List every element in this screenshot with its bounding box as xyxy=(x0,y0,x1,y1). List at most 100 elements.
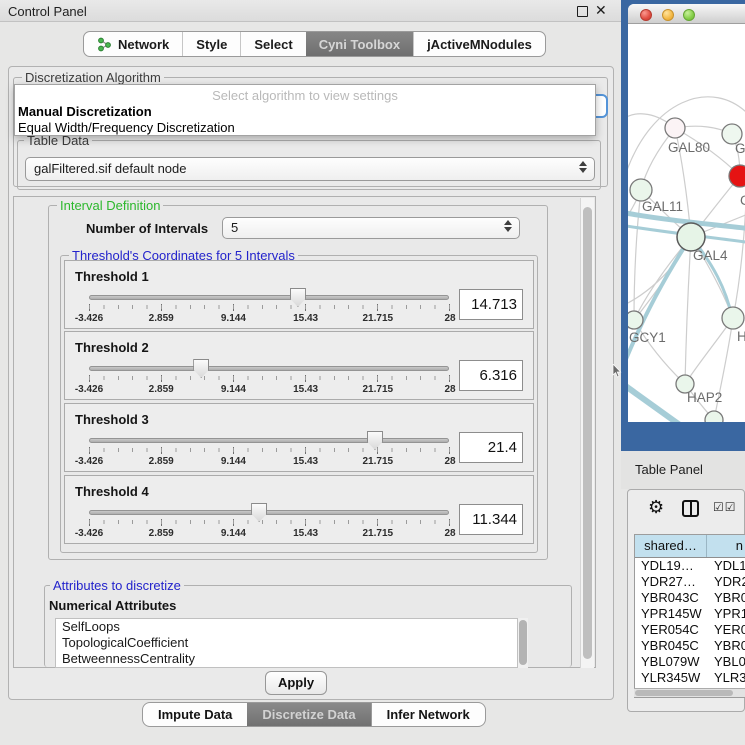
node-label-partial-ga: GA xyxy=(735,141,745,156)
threshold-1-slider[interactable]: -3.4262.8599.14415.4321.71528 xyxy=(89,287,451,327)
threshold-2-value-field[interactable]: 6.316 xyxy=(459,360,523,391)
attributes-list-scrollbar[interactable] xyxy=(518,618,528,668)
dropdown-option-manual-discretization[interactable]: Manual Discretization xyxy=(18,104,152,119)
gear-icon[interactable]: ⚙ xyxy=(648,497,664,518)
table-cell[interactable]: YPR145W xyxy=(635,606,707,622)
tick-label: 28 xyxy=(444,528,455,539)
table-horizontal-scrollbar[interactable] xyxy=(634,688,745,697)
node-label-partial-h: H xyxy=(737,329,745,344)
tick-label: 2.859 xyxy=(149,313,174,324)
table-row[interactable]: YBR043CYBR0 xyxy=(635,590,745,606)
apply-button[interactable]: Apply xyxy=(265,671,327,695)
numerical-attributes-list[interactable]: SelfLoopsTopologicalCoefficientBetweenne… xyxy=(55,618,518,668)
threshold-1-value-field[interactable]: 14.713 xyxy=(459,289,523,320)
table-cell[interactable]: YBL079W xyxy=(635,654,707,670)
tab-discretize-data[interactable]: Discretize Data xyxy=(247,703,370,726)
node-gal11[interactable] xyxy=(630,179,652,201)
tab-network[interactable]: Network xyxy=(84,32,182,56)
table-cell[interactable]: YBL0 xyxy=(707,654,745,670)
tab-style[interactable]: Style xyxy=(182,32,240,56)
dropdown-option-equal-width-frequency[interactable]: Equal Width/Frequency Discretization xyxy=(18,120,235,135)
table-row[interactable]: YDR27…YDR2 xyxy=(635,574,745,590)
tab-jactivemnodules[interactable]: jActiveMNodules xyxy=(413,32,545,56)
slider-minor-ticks xyxy=(89,520,450,524)
attribute-list-item[interactable]: TopologicalCoefficient xyxy=(56,635,517,651)
table-row[interactable]: YBL079WYBL0 xyxy=(635,654,745,670)
float-window-icon[interactable] xyxy=(577,6,588,17)
tab-select[interactable]: Select xyxy=(240,32,305,56)
table-row[interactable]: YDL19…YDL1 xyxy=(635,558,745,574)
scrollbar-thumb[interactable] xyxy=(583,207,592,659)
table-cell[interactable]: YLR3 xyxy=(707,670,745,686)
tab-infer-network[interactable]: Infer Network xyxy=(371,703,485,726)
minimize-traffic-light-icon[interactable] xyxy=(662,9,674,21)
threshold-3-slider[interactable]: -3.4262.8599.14415.4321.71528 xyxy=(89,430,451,470)
checkboxes-icon[interactable]: ☑☑ xyxy=(713,500,737,514)
node-label-gal11: GAL11 xyxy=(642,199,683,214)
tick-label: 9.144 xyxy=(221,313,246,324)
slider-tick-labels: -3.4262.8599.14415.4321.71528 xyxy=(89,313,450,325)
threshold-4-value-field[interactable]: 11.344 xyxy=(459,504,523,535)
table-row[interactable]: YPR145WYPR1 xyxy=(635,606,745,622)
table-cell[interactable]: YDR27… xyxy=(635,574,707,590)
close-icon[interactable]: ✕ xyxy=(595,2,607,19)
columns-icon[interactable] xyxy=(682,500,699,517)
table-cell[interactable]: YBR0 xyxy=(707,590,745,606)
node-gal4[interactable] xyxy=(677,223,705,251)
scrollbar-thumb[interactable] xyxy=(635,690,733,696)
settings-vertical-scrollbar[interactable] xyxy=(580,198,594,668)
node-gcy1[interactable] xyxy=(628,311,643,329)
table-cell[interactable]: YBR043C xyxy=(635,590,707,606)
table-cell[interactable]: YDR2 xyxy=(707,574,745,590)
threshold-2-slider[interactable]: -3.4262.8599.14415.4321.71528 xyxy=(89,358,451,398)
threshold-label: Threshold 2 xyxy=(75,340,149,355)
threshold-3-value-field[interactable]: 21.4 xyxy=(459,432,523,463)
number-of-intervals-combobox[interactable]: 5 xyxy=(222,217,520,239)
node-label-gal4: GAL4 xyxy=(693,248,728,263)
slider-track[interactable] xyxy=(89,295,449,300)
table-cell[interactable]: YDL1 xyxy=(707,558,745,574)
node-right[interactable] xyxy=(722,307,744,329)
slider-track[interactable] xyxy=(89,366,449,371)
attribute-list-item[interactable]: SelfLoops xyxy=(56,619,517,635)
tab-impute-data[interactable]: Impute Data xyxy=(143,703,247,726)
column-header-shared[interactable]: shared… xyxy=(635,535,707,557)
table-row[interactable]: YLR345WYLR3 xyxy=(635,670,745,686)
node-gal80[interactable] xyxy=(665,118,685,138)
table-row[interactable]: YER054CYER0 xyxy=(635,622,745,638)
table-cell[interactable]: YER0 xyxy=(707,622,745,638)
tick-label: 28 xyxy=(444,313,455,324)
network-canvas[interactable]: GAL80 GA C GAL11 GAL4 GCY1 H HAP2 xyxy=(628,24,745,422)
tab-cyni-toolbox[interactable]: Cyni Toolbox xyxy=(306,32,413,56)
dropdown-placeholder[interactable]: Select algorithm to view settings xyxy=(15,88,595,103)
column-header-name[interactable]: n xyxy=(707,535,745,557)
scrollbar-thumb[interactable] xyxy=(519,620,527,665)
table-data-value: galFiltered.sif default node xyxy=(34,161,186,176)
table-row[interactable]: YBR045CYBR0 xyxy=(635,638,745,654)
table-cell[interactable]: YBR0 xyxy=(707,638,745,654)
table-cell[interactable]: YER054C xyxy=(635,622,707,638)
table-data-combobox[interactable]: galFiltered.sif default node xyxy=(25,157,595,181)
close-traffic-light-icon[interactable] xyxy=(640,9,652,21)
table-body: YDL19…YDL1YDR27…YDR2YBR043CYBR0YPR145WYP… xyxy=(635,558,745,698)
tick-label: 9.144 xyxy=(221,384,246,395)
tick-label: -3.426 xyxy=(75,313,103,324)
application-window: Control Panel ✕ Network Style Select Cyn… xyxy=(0,0,745,745)
slider-track[interactable] xyxy=(89,438,449,443)
slider-minor-ticks xyxy=(89,305,450,309)
attribute-list-item[interactable]: BetweennessCentrality xyxy=(56,651,517,667)
table-cell[interactable]: YDL19… xyxy=(635,558,707,574)
node-label-hap2: HAP2 xyxy=(687,390,722,405)
tab-label: jActiveMNodules xyxy=(427,37,532,52)
table-cell[interactable]: YLR345W xyxy=(635,670,707,686)
control-panel-tabbar: Network Style Select Cyni Toolbox jActiv… xyxy=(83,31,546,57)
slider-track[interactable] xyxy=(89,510,449,515)
tab-label: Impute Data xyxy=(158,707,232,722)
table-cell[interactable]: YBR045C xyxy=(635,638,707,654)
slider-minor-ticks xyxy=(89,376,450,380)
zoom-traffic-light-icon[interactable] xyxy=(683,9,695,21)
network-graph: GAL80 GA C GAL11 GAL4 GCY1 H HAP2 xyxy=(628,24,745,422)
threshold-4-slider[interactable]: -3.4262.8599.14415.4321.71528 xyxy=(89,502,451,542)
table-cell[interactable]: YPR1 xyxy=(707,606,745,622)
node-selected-red[interactable] xyxy=(729,165,745,187)
